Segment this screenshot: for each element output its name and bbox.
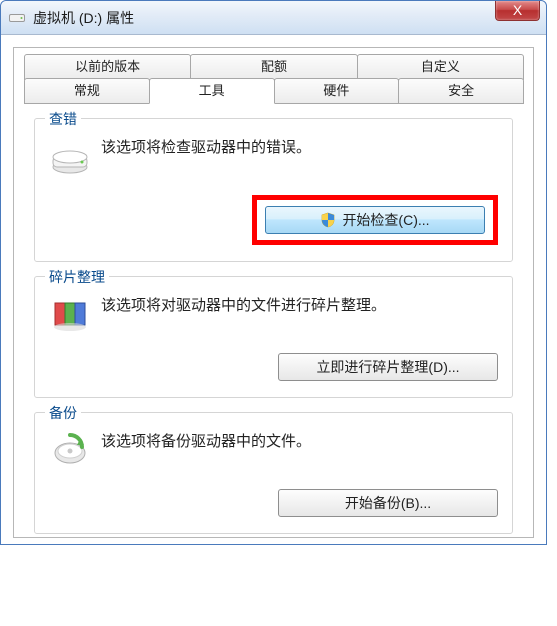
group-defrag-legend: 碎片整理 [45, 267, 109, 287]
group-check-desc: 该选项将检查驱动器中的错误。 [101, 133, 311, 160]
group-check-btn-row: 开始检查(C)... [49, 195, 498, 245]
check-now-label: 开始检查(C)... [342, 210, 429, 230]
uac-shield-icon [320, 212, 336, 228]
group-check: 查错 该选项将检查驱动器中的错误。 [34, 118, 513, 262]
backup-now-button[interactable]: 开始备份(B)... [278, 489, 498, 517]
group-backup: 备份 该选项将备份驱动器中的文件。 [34, 412, 513, 534]
group-defrag-row: 该选项将对驱动器中的文件进行碎片整理。 [49, 291, 498, 335]
defrag-now-button[interactable]: 立即进行碎片整理(D)... [278, 353, 498, 381]
group-defrag-desc: 该选项将对驱动器中的文件进行碎片整理。 [101, 291, 386, 318]
properties-window: 虚拟机 (D:) 属性 X 以前的版本 配额 自定义 常规 工具 硬件 安全 查… [0, 0, 547, 545]
tab-hardware[interactable]: 硬件 [274, 78, 400, 104]
tab-tools[interactable]: 工具 [149, 78, 275, 104]
tab-panel-tools: 查错 该选项将检查驱动器中的错误。 [24, 104, 523, 527]
group-check-legend: 查错 [45, 109, 81, 129]
group-backup-legend: 备份 [45, 403, 81, 423]
group-defrag-btn-row: 立即进行碎片整理(D)... [49, 353, 498, 381]
check-now-button[interactable]: 开始检查(C)... [265, 206, 485, 234]
backup-icon [49, 429, 91, 471]
group-backup-btn-row: 开始备份(B)... [49, 489, 498, 517]
tab-quota[interactable]: 配额 [190, 54, 357, 80]
drive-check-icon [49, 135, 91, 177]
drive-icon [9, 12, 25, 24]
group-backup-desc: 该选项将备份驱动器中的文件。 [101, 427, 311, 454]
group-backup-row: 该选项将备份驱动器中的文件。 [49, 427, 498, 471]
close-button[interactable]: X [495, 1, 540, 21]
group-defrag: 碎片整理 该选项将对驱动器中的文件进行碎片整理。 立即进行碎片整 [34, 276, 513, 398]
highlight-annotation: 开始检查(C)... [252, 195, 498, 245]
tab-security[interactable]: 安全 [398, 78, 524, 104]
tab-previous-versions[interactable]: 以前的版本 [24, 54, 191, 80]
defrag-icon [49, 293, 91, 335]
tab-row-2: 常规 工具 硬件 安全 [24, 78, 523, 104]
dialog-body: 以前的版本 配额 自定义 常规 工具 硬件 安全 查错 [13, 47, 534, 538]
tab-row-1: 以前的版本 配额 自定义 [24, 54, 523, 80]
tab-general[interactable]: 常规 [24, 78, 150, 104]
window-title: 虚拟机 (D:) 属性 [33, 8, 134, 28]
backup-now-label: 开始备份(B)... [345, 493, 431, 513]
titlebar[interactable]: 虚拟机 (D:) 属性 X [1, 1, 546, 35]
group-check-row: 该选项将检查驱动器中的错误。 [49, 133, 498, 177]
tab-customize[interactable]: 自定义 [357, 54, 524, 80]
defrag-now-label: 立即进行碎片整理(D)... [316, 357, 459, 377]
